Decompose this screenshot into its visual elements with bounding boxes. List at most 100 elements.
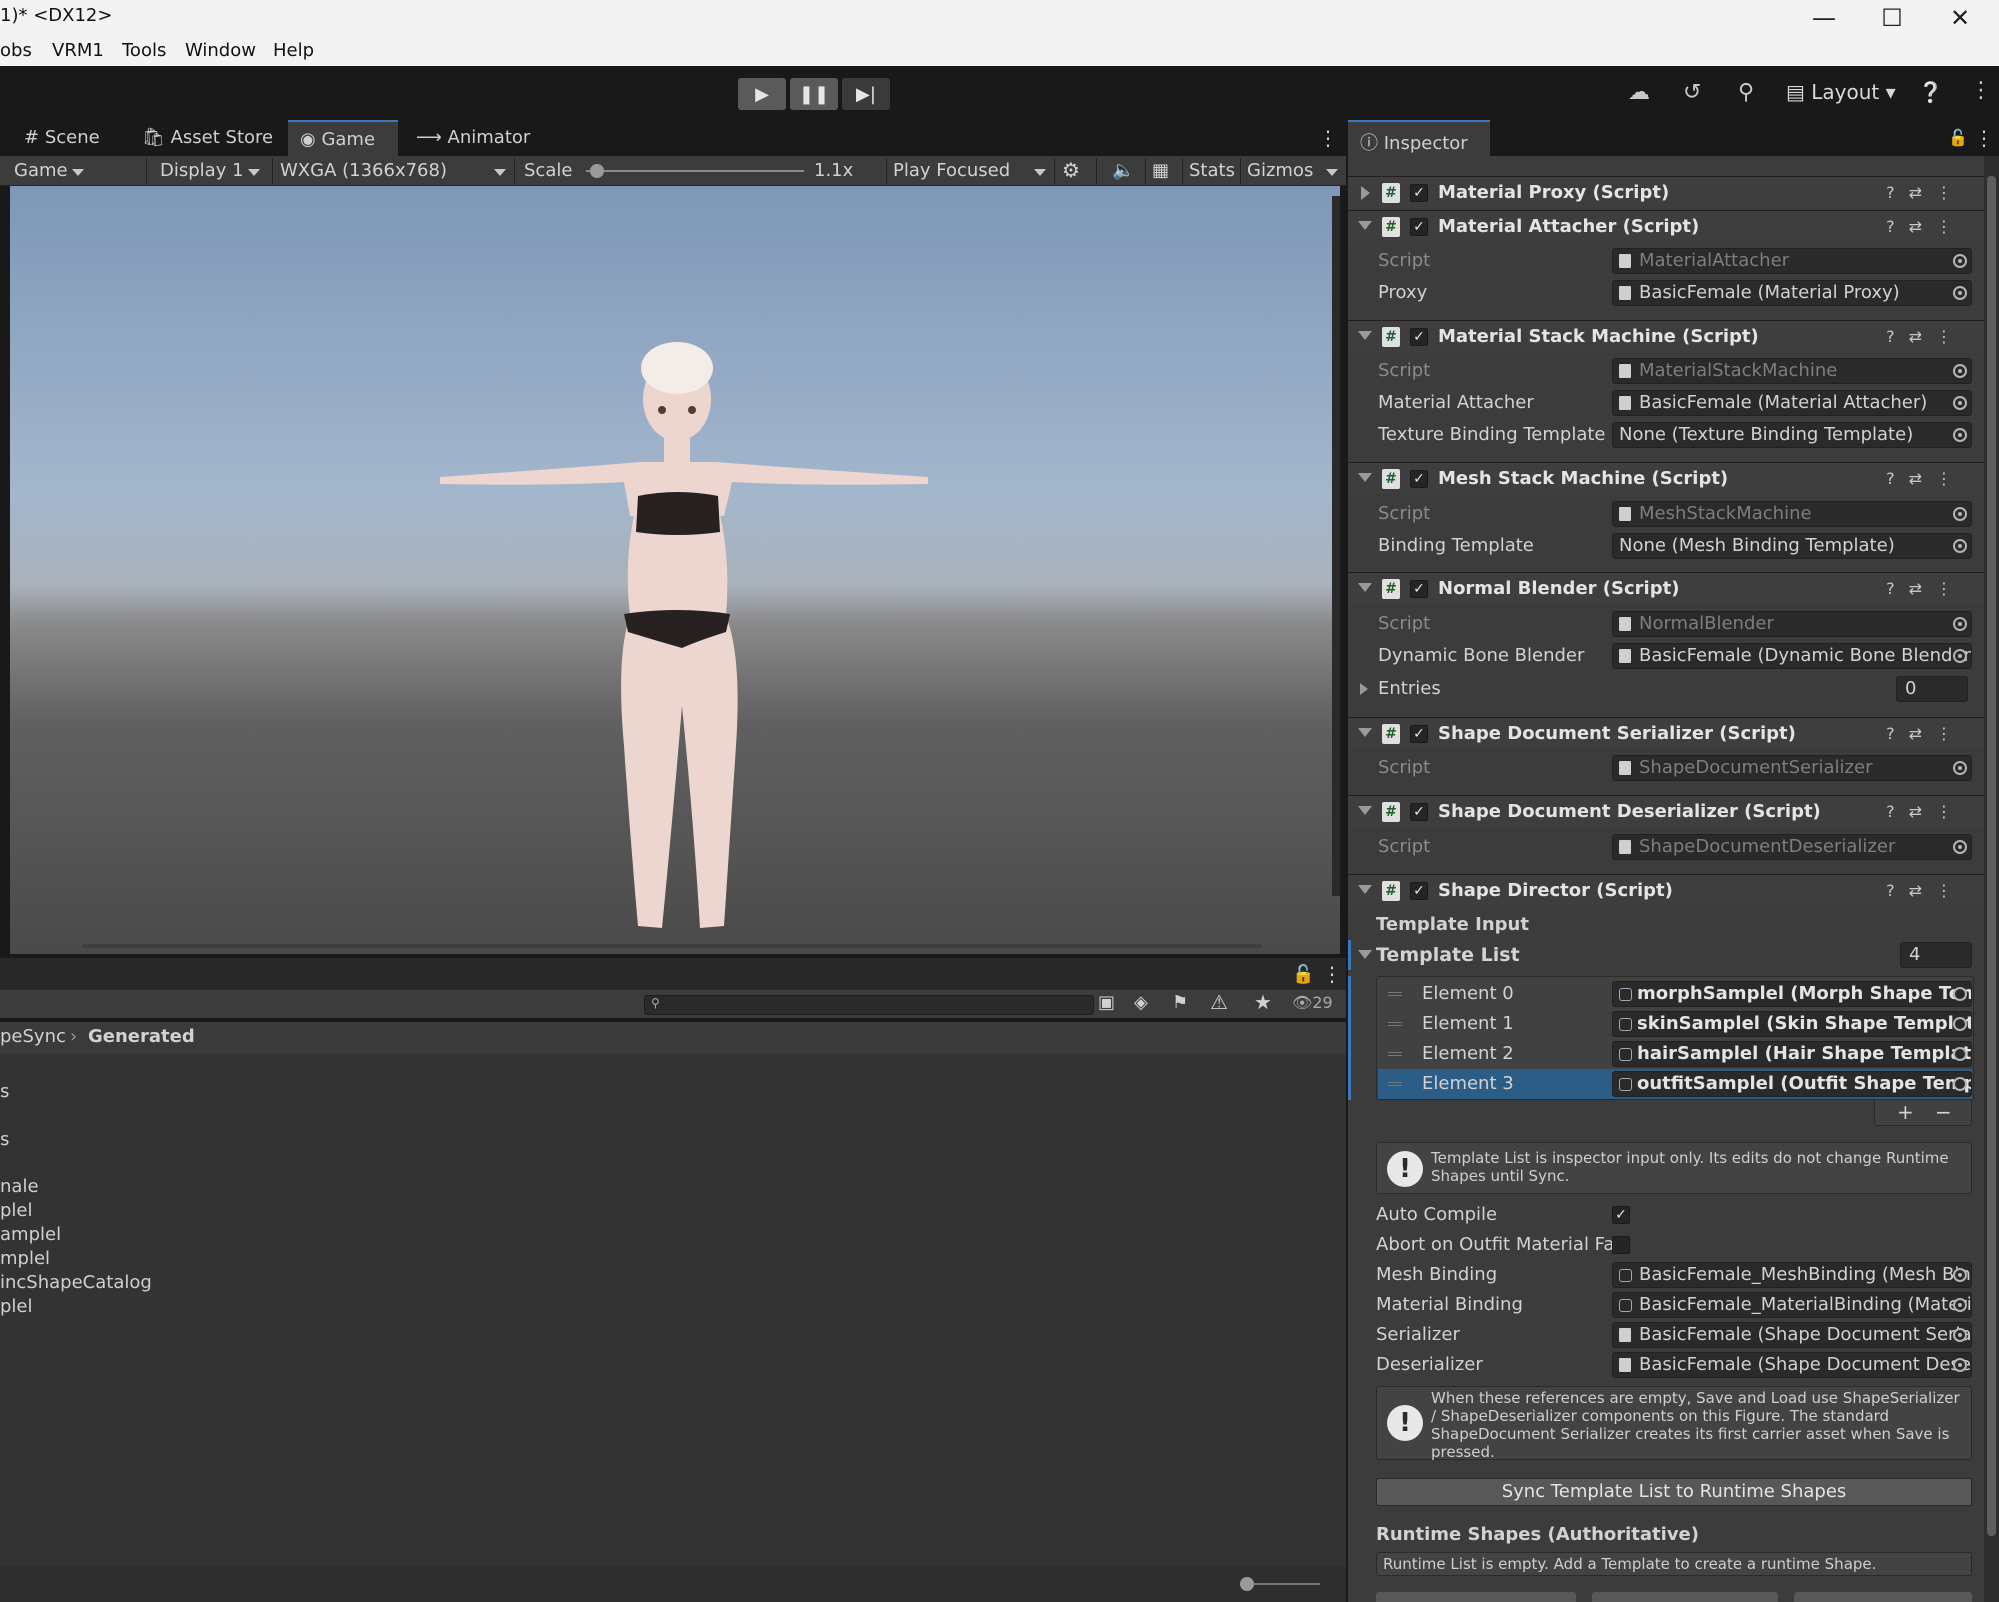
auto-compile-checkbox[interactable]: ✓	[1612, 1206, 1630, 1224]
list-item[interactable]: plel	[0, 1200, 33, 1221]
play-mode-dropdown[interactable]: Play Focused	[893, 160, 1010, 181]
binding-template-field[interactable]: None (Mesh Binding Template)	[1612, 533, 1972, 559]
object-picker-icon[interactable]	[1953, 286, 1967, 300]
material-binding-field[interactable]: BasicFemale_MaterialBinding (Material Bi…	[1612, 1292, 1972, 1318]
panel-menu-icon[interactable]: ⋮	[1974, 126, 1994, 150]
list-item[interactable]: s	[0, 1081, 9, 1102]
template-list-size-field[interactable]: 4	[1900, 942, 1972, 968]
filter-type-icon[interactable]: ◈	[1134, 992, 1148, 1013]
runtime-button-partial[interactable]	[1376, 1592, 1576, 1602]
drag-handle[interactable]	[1388, 992, 1402, 996]
inspector-scrollbar[interactable]	[1984, 156, 1999, 1602]
gizmos-button[interactable]: Gizmos	[1247, 160, 1313, 181]
enable-checkbox[interactable]: ✓	[1410, 882, 1428, 900]
fold-arrow-icon[interactable]	[1358, 583, 1372, 592]
history-icon[interactable]: ↺	[1683, 80, 1701, 105]
list-item[interactable]: plel	[0, 1296, 33, 1317]
minimize-icon[interactable]: —	[1791, 0, 1857, 36]
breadcrumb-current[interactable]: Generated	[88, 1026, 195, 1047]
viewport-vscroll[interactable]	[1332, 196, 1340, 896]
game-mode-dropdown[interactable]: Game	[14, 160, 84, 181]
drag-handle[interactable]	[1388, 1022, 1402, 1026]
play-button[interactable]: ▶	[738, 78, 786, 110]
object-picker-icon[interactable]	[1953, 1298, 1967, 1312]
tab-scene[interactable]: # Scene	[12, 120, 112, 156]
object-picker-icon[interactable]	[1953, 1017, 1967, 1031]
dynamic-bone-blender-field[interactable]: BasicFemale (Dynamic Bone Blender)	[1612, 643, 1972, 669]
object-picker-icon[interactable]	[1953, 1268, 1967, 1282]
fold-arrow-icon[interactable]	[1358, 221, 1372, 230]
proxy-field[interactable]: BasicFemale (Material Proxy)	[1612, 280, 1972, 306]
enable-checkbox[interactable]: ✓	[1410, 184, 1428, 202]
fold-arrow-icon[interactable]	[1358, 473, 1372, 482]
chevron-down-icon[interactable]	[1326, 169, 1338, 176]
runtime-button-partial[interactable]	[1794, 1592, 1972, 1602]
display-dropdown[interactable]: Display 1	[160, 160, 259, 181]
project-search-input[interactable]: ⚲	[644, 995, 1094, 1015]
enable-checkbox[interactable]: ✓	[1410, 470, 1428, 488]
maximize-icon[interactable]: ☐	[1859, 0, 1925, 36]
element-field[interactable]: skinSamplel (Skin Shape Template)	[1612, 1011, 1972, 1037]
fold-arrow-icon[interactable]	[1358, 728, 1372, 737]
component-header-material-stack-machine[interactable]: # ✓ Material Stack Machine (Script) ?⇄⋮	[1348, 320, 1984, 352]
step-button[interactable]: ▶|	[842, 78, 890, 110]
object-picker-icon[interactable]	[1953, 987, 1967, 1001]
search-scope-icon[interactable]: ▣	[1098, 992, 1115, 1013]
sync-template-list-button[interactable]: Sync Template List to Runtime Shapes	[1376, 1478, 1972, 1506]
component-header-icons[interactable]: ?⇄⋮	[1886, 802, 1966, 821]
enable-checkbox[interactable]: ✓	[1410, 580, 1428, 598]
object-picker-icon[interactable]	[1953, 1077, 1967, 1091]
drag-handle[interactable]	[1388, 1052, 1402, 1056]
tab-asset-store[interactable]: 🛍 Asset Store	[130, 120, 285, 156]
component-header-shape-document-deserializer[interactable]: # ✓ Shape Document Deserializer (Script)…	[1348, 795, 1984, 827]
more-icon[interactable]: ⋮	[1970, 78, 1992, 103]
inspector-scroll-thumb[interactable]	[1987, 176, 1996, 1536]
object-picker-icon[interactable]	[1953, 428, 1967, 442]
layout-dropdown[interactable]: ▤ Layout ▾	[1786, 80, 1896, 104]
abort-outfit-checkbox[interactable]	[1612, 1236, 1630, 1254]
search-icon[interactable]: ⚲	[1738, 80, 1754, 105]
fold-arrow-icon[interactable]	[1361, 186, 1370, 200]
scale-slider-track[interactable]	[586, 170, 804, 172]
object-picker-icon[interactable]	[1953, 1328, 1967, 1342]
component-header-shape-document-serializer[interactable]: # ✓ Shape Document Serializer (Script) ?…	[1348, 717, 1984, 749]
lock-icon[interactable]: 🔓	[1292, 964, 1314, 985]
component-header-icons[interactable]: ?⇄⋮	[1886, 327, 1966, 346]
game-viewport[interactable]	[0, 186, 1346, 954]
object-picker-icon[interactable]	[1953, 1358, 1967, 1372]
tab-game[interactable]: ◉ Game	[288, 120, 398, 156]
close-icon[interactable]: ✕	[1927, 0, 1993, 36]
component-header-icons[interactable]: ?⇄⋮	[1886, 579, 1966, 598]
element-field[interactable]: morphSamplel (Morph Shape Template)	[1612, 981, 1972, 1007]
breadcrumb-item[interactable]: peSync	[0, 1026, 66, 1047]
scale-slider-handle[interactable]	[590, 164, 604, 178]
component-header-material-attacher[interactable]: # ✓ Material Attacher (Script) ?⇄⋮	[1348, 210, 1984, 242]
tab-menu-icon[interactable]: ⋮	[1318, 126, 1338, 150]
object-picker-icon[interactable]	[1953, 1047, 1967, 1061]
object-picker-icon[interactable]	[1953, 649, 1967, 663]
viewport-scrollbar[interactable]	[82, 944, 1262, 948]
component-header-mesh-stack-machine[interactable]: # ✓ Mesh Stack Machine (Script) ?⇄⋮	[1348, 462, 1984, 494]
serializer-field[interactable]: BasicFemale (Shape Document Serializer)	[1612, 1322, 1972, 1348]
pause-button[interactable]: ❚❚	[790, 78, 838, 110]
component-header-normal-blender[interactable]: # ✓ Normal Blender (Script) ?⇄⋮	[1348, 572, 1984, 604]
component-header-icons[interactable]: ?⇄⋮	[1886, 217, 1966, 236]
stats-button[interactable]: Stats	[1189, 160, 1235, 181]
material-attacher-field[interactable]: BasicFemale (Material Attacher)	[1612, 390, 1972, 416]
list-element-row-selected[interactable]: Element 3 outfitSamplel (Outfit Shape Te…	[1378, 1069, 1972, 1099]
list-item[interactable]: nale	[0, 1176, 39, 1197]
menu-item-tools[interactable]: Tools	[122, 40, 166, 61]
object-picker-icon[interactable]	[1953, 396, 1967, 410]
list-item[interactable]: amplel	[0, 1224, 61, 1245]
component-header-icons[interactable]: ?⇄⋮	[1886, 881, 1966, 900]
component-header-icons[interactable]: ?⇄⋮	[1886, 724, 1966, 743]
help-icon[interactable]: ❔	[1918, 80, 1943, 104]
list-element-row[interactable]: Element 1 skinSamplel (Skin Shape Templa…	[1378, 1009, 1972, 1039]
enable-checkbox[interactable]: ✓	[1410, 803, 1428, 821]
list-element-row[interactable]: Element 0 morphSamplel (Morph Shape Temp…	[1378, 979, 1972, 1009]
list-item[interactable]: incShapeCatalog	[0, 1272, 152, 1293]
menu-item-help[interactable]: Help	[273, 40, 314, 61]
cloud-icon[interactable]: ☁	[1628, 80, 1650, 105]
enable-checkbox[interactable]: ✓	[1410, 328, 1428, 346]
enable-checkbox[interactable]: ✓	[1410, 725, 1428, 743]
